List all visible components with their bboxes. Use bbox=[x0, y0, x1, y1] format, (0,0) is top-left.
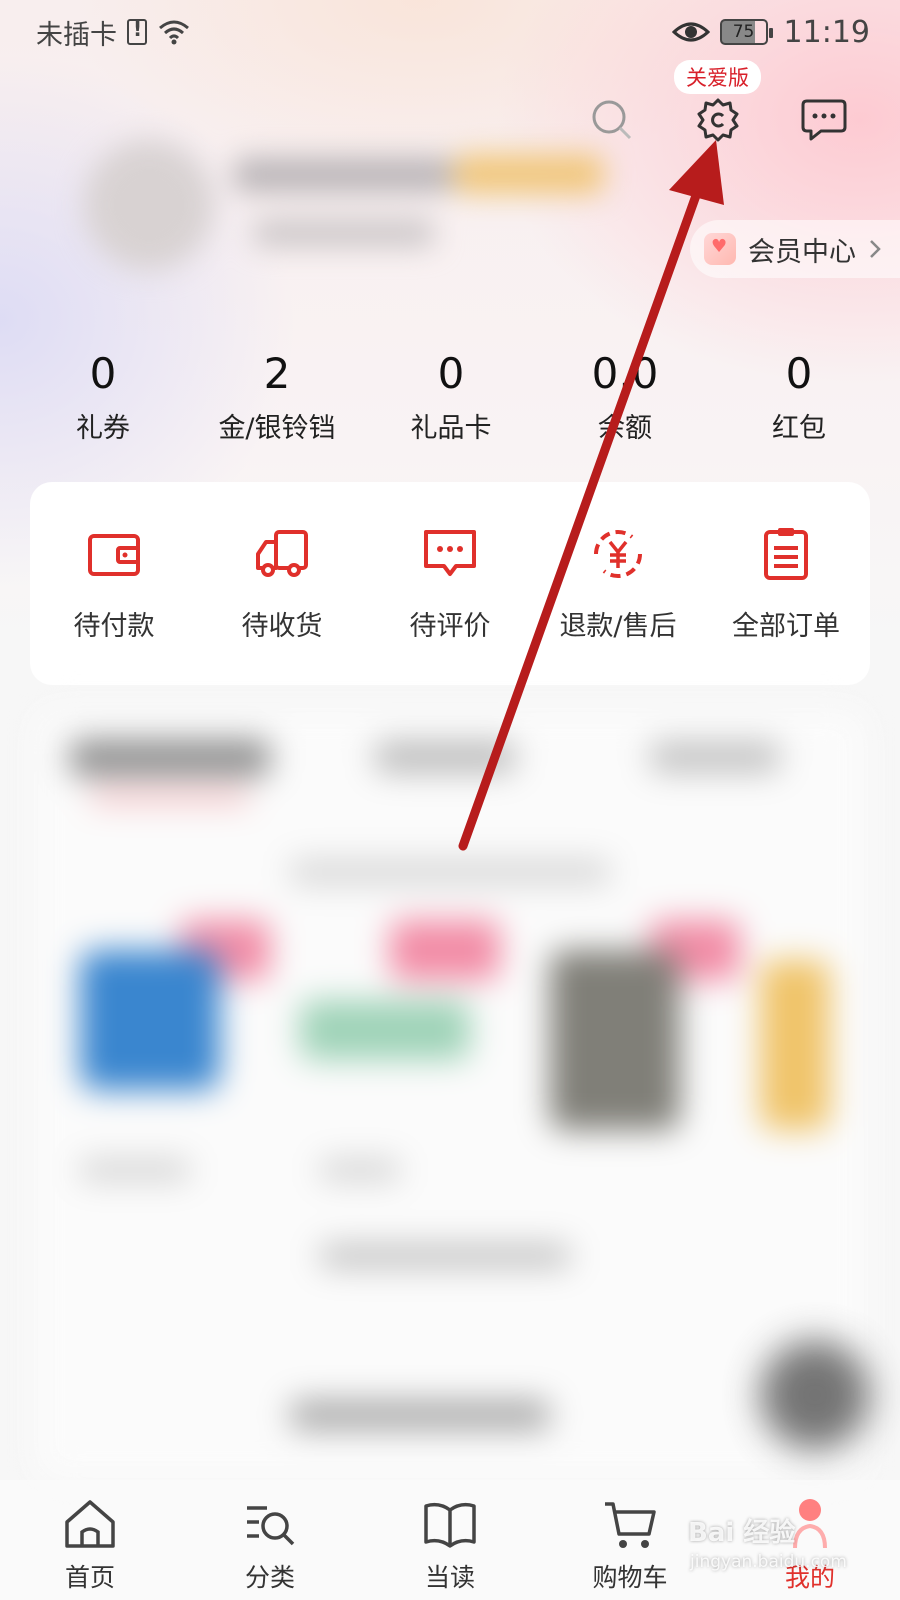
stat-label: 金/银铃铛 bbox=[218, 413, 336, 444]
stat-red-packets[interactable]: 0 红包 bbox=[712, 350, 886, 445]
sim-alert-icon bbox=[127, 17, 147, 45]
orders-card: 待付款 待收货 待评价 退款/售后 全部订单 bbox=[30, 482, 870, 685]
feed-tab-blurred[interactable] bbox=[375, 742, 515, 772]
stat-value: 0 bbox=[89, 349, 117, 398]
category-search-icon bbox=[247, 1506, 295, 1546]
profile-subtitle-blurred bbox=[254, 220, 434, 246]
stat-gift-cards[interactable]: 0 礼品卡 bbox=[364, 350, 538, 445]
tab-label: 购物车 bbox=[592, 1563, 668, 1592]
order-list-icon bbox=[764, 528, 808, 580]
badge-blurred bbox=[390, 920, 500, 980]
carrier-text: 未插卡 bbox=[36, 19, 117, 51]
order-refund-aftersale[interactable]: 退款/售后 bbox=[534, 524, 702, 643]
stat-label: 红包 bbox=[772, 413, 826, 444]
stat-value: 0 bbox=[785, 349, 813, 398]
status-bar: 未插卡 75 11:19 bbox=[0, 0, 900, 64]
order-label: 退款/售后 bbox=[559, 611, 677, 642]
stat-label: 礼券 bbox=[76, 413, 130, 444]
care-mode-badge: 关爱版 bbox=[674, 60, 761, 94]
order-all[interactable]: 全部订单 bbox=[702, 524, 870, 643]
product-image-blurred[interactable] bbox=[80, 950, 220, 1090]
stat-bells[interactable]: 2 金/银铃铛 bbox=[190, 350, 364, 445]
tab-label: 分类 bbox=[244, 1563, 295, 1592]
stat-value: 2 bbox=[263, 349, 291, 398]
product-image-blurred[interactable] bbox=[550, 950, 680, 1130]
wallet-icon bbox=[88, 534, 140, 576]
stat-label: 余额 bbox=[598, 413, 652, 444]
eye-comfort-icon bbox=[671, 22, 710, 42]
watermark-logo: Bai 经验 bbox=[688, 1518, 796, 1548]
clock: 11:19 bbox=[783, 14, 870, 50]
watermark-url: jingyan.baidu.com bbox=[690, 1552, 847, 1572]
settings-icon bbox=[697, 98, 739, 142]
truck-icon bbox=[256, 530, 308, 577]
tab-label: 首页 bbox=[64, 1563, 115, 1592]
order-pending-review[interactable]: 待评价 bbox=[366, 524, 534, 643]
member-center-button[interactable]: 会员中心 bbox=[690, 220, 900, 278]
message-icon bbox=[801, 99, 847, 141]
product-title-blurred bbox=[320, 1160, 400, 1180]
chevron-right-icon bbox=[870, 240, 881, 258]
member-heart-icon bbox=[704, 233, 736, 265]
refund-icon bbox=[593, 529, 643, 579]
account-stats: 0 礼券 2 金/银铃铛 0 礼品卡 0.0 余额 0 红包 bbox=[16, 350, 886, 445]
feed-tab-blurred[interactable] bbox=[650, 742, 780, 772]
product-title-blurred bbox=[80, 1160, 190, 1180]
tab-reading[interactable]: 当读 bbox=[360, 1480, 540, 1600]
tab-category[interactable]: 分类 bbox=[180, 1480, 360, 1600]
username-blurred bbox=[234, 158, 454, 192]
order-pending-payment[interactable]: 待付款 bbox=[30, 524, 198, 643]
comment-icon bbox=[424, 530, 476, 576]
floating-assistive-ball[interactable] bbox=[760, 1340, 870, 1450]
wifi-icon bbox=[159, 20, 189, 45]
stat-coupons[interactable]: 0 礼券 bbox=[16, 350, 190, 445]
tab-home[interactable]: 首页 bbox=[0, 1480, 180, 1600]
battery-icon: 75 bbox=[719, 19, 773, 45]
stat-balance[interactable]: 0.0 余额 bbox=[538, 350, 712, 445]
avatar[interactable] bbox=[84, 140, 214, 270]
order-label: 待付款 bbox=[73, 611, 155, 642]
profile-blurred bbox=[84, 130, 644, 280]
home-icon bbox=[65, 1500, 115, 1548]
stat-label: 礼品卡 bbox=[410, 413, 492, 444]
feed-card-blurred bbox=[36, 710, 866, 1480]
order-label: 全部订单 bbox=[732, 611, 840, 642]
feed-caption-blurred bbox=[290, 1400, 550, 1430]
cart-icon bbox=[605, 1502, 656, 1548]
recommendations-blurred bbox=[0, 700, 900, 1480]
book-icon bbox=[424, 1502, 476, 1548]
settings-button[interactable] bbox=[694, 96, 742, 144]
product-image-blurred[interactable] bbox=[300, 1000, 470, 1060]
feed-subtitle-blurred bbox=[290, 860, 610, 884]
product-image-blurred[interactable] bbox=[760, 960, 830, 1130]
member-center-label: 会员中心 bbox=[748, 236, 856, 268]
feed-tab-indicator bbox=[90, 792, 250, 802]
feed-tab-blurred[interactable] bbox=[70, 740, 270, 776]
stat-value: 0.0 bbox=[591, 349, 659, 398]
messages-button[interactable] bbox=[800, 96, 848, 144]
order-pending-receipt[interactable]: 待收货 bbox=[198, 524, 366, 643]
order-label: 待评价 bbox=[409, 611, 491, 642]
feed-caption-blurred bbox=[320, 1245, 570, 1267]
level-badge-blurred bbox=[454, 154, 604, 194]
stat-value: 0 bbox=[437, 349, 465, 398]
order-label: 待收货 bbox=[241, 611, 323, 642]
tab-label: 当读 bbox=[424, 1563, 475, 1592]
